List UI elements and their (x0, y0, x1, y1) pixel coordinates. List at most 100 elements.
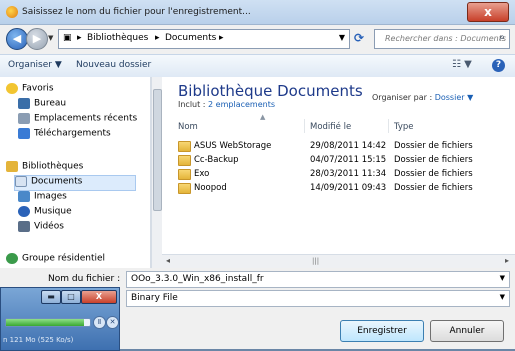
chevron-right-icon[interactable]: ▸ (155, 33, 160, 43)
file-row[interactable]: ASUS WebStorage 29/08/2011 14:42 Dossier… (178, 141, 508, 154)
filename-label: Nom du fichier : (48, 274, 121, 284)
file-type-select[interactable]: Binary File ▼ (126, 290, 510, 307)
nav-recent-places[interactable]: Emplacements récents (18, 113, 137, 127)
arrange-by-dropdown[interactable]: Dossier ▼ (435, 93, 474, 102)
videos-icon (18, 221, 30, 232)
scroll-grip-icon[interactable]: ||| (312, 257, 319, 265)
filename-dropdown-icon[interactable]: ▼ (500, 274, 505, 282)
close-button[interactable]: x (467, 2, 509, 22)
library-title: Bibliothèque Documents (178, 82, 363, 100)
file-modified: 28/03/2011 11:34 (310, 169, 387, 179)
nav-desktop[interactable]: Bureau (18, 98, 66, 112)
file-modified: 04/07/2011 15:15 (310, 155, 387, 165)
file-name: Noopod (194, 183, 227, 193)
view-options-icon[interactable]: ☷ ▼ (452, 59, 472, 70)
nav-downloads[interactable]: Téléchargements (18, 128, 111, 142)
cancel-download-icon[interactable]: ✕ (106, 316, 119, 329)
music-icon (18, 206, 30, 217)
file-name: Exo (194, 169, 210, 179)
chevron-right-icon[interactable]: ▸ (219, 33, 224, 43)
file-type: Dossier de fichiers (394, 141, 473, 151)
nav-documents[interactable]: Documents (14, 175, 136, 191)
window-title: Saisissez le nom du fichier pour l'enreg… (22, 7, 251, 17)
nav-images[interactable]: Images (18, 191, 67, 205)
address-row: ◀ ▶ ▼ ▣ ▸ Bibliothèques ▸ Documents ▸ ▼ … (0, 25, 515, 53)
nav-videos[interactable]: Vidéos (18, 221, 64, 235)
desktop-icon (18, 98, 30, 109)
file-type: Dossier de fichiers (394, 169, 473, 179)
filename-field[interactable]: OOo_3.3.0_Win_x86_install_fr ▼ (126, 271, 510, 288)
folder-icon (178, 183, 191, 194)
nav-scroll-thumb[interactable] (153, 89, 162, 211)
file-list-pane: Bibliothèque Documents Inclut : 2 emplac… (162, 77, 515, 268)
download-window[interactable]: ▬ □ X Ⅱ ✕ n 121 Mo (525 Ko/s) (0, 287, 120, 351)
folder-icon (178, 169, 191, 180)
breadcrumb-libraries[interactable]: Bibliothèques (87, 33, 148, 43)
file-type: Dossier de fichiers (394, 183, 473, 193)
nav-homegroup[interactable]: Groupe résidentiel (6, 253, 105, 267)
title-bar[interactable]: Saisissez le nom du fichier pour l'enreg… (0, 0, 515, 25)
search-icon[interactable]: ⌕ (499, 32, 505, 43)
forward-button[interactable]: ▶ (26, 28, 48, 50)
navigation-pane: Favoris Bureau Emplacements récents Télé… (0, 77, 151, 268)
filename-value: OOo_3.3.0_Win_x86_install_fr (131, 274, 264, 284)
file-modified: 29/08/2011 14:42 (310, 141, 387, 151)
new-folder-button[interactable]: Nouveau dossier (76, 60, 151, 70)
minimize-button[interactable]: ▬ (41, 290, 61, 304)
folder-icon (178, 141, 191, 152)
refresh-icon[interactable]: ⟳ (354, 31, 364, 45)
column-divider[interactable] (304, 119, 305, 133)
recent-places-icon (18, 113, 30, 124)
breadcrumb-documents[interactable]: Documents (165, 33, 216, 43)
file-name: Cc-Backup (194, 155, 239, 165)
download-progress-fill (6, 319, 85, 326)
star-icon (6, 83, 18, 94)
file-modified: 14/09/2011 09:43 (310, 183, 387, 193)
library-includes: Inclut : 2 emplacements (178, 100, 276, 109)
address-dropdown-icon[interactable]: ▼ (339, 33, 345, 42)
scroll-left-icon[interactable]: ◂ (166, 256, 170, 265)
images-icon (18, 191, 30, 202)
save-button[interactable]: Enregistrer (340, 320, 424, 342)
folder-icon (178, 155, 191, 166)
arrange-by: Organiser par : Dossier ▼ (372, 93, 474, 102)
file-row[interactable]: Noopod 14/09/2011 09:43 Dossier de fichi… (178, 183, 508, 196)
search-placeholder: Rechercher dans : Documents (385, 34, 506, 43)
nav-favorites[interactable]: Favoris (6, 83, 54, 97)
organize-label: Organiser (8, 60, 52, 70)
search-input[interactable]: Rechercher dans : Documents ⌕ (374, 29, 510, 49)
cancel-button[interactable]: Annuler (430, 320, 504, 342)
homegroup-icon (6, 253, 18, 264)
file-row[interactable]: Exo 28/03/2011 11:34 Dossier de fichiers (178, 169, 508, 182)
documents-icon (15, 176, 27, 187)
address-bar[interactable]: ▣ ▸ Bibliothèques ▸ Documents ▸ ▼ (58, 29, 350, 49)
organize-menu[interactable]: Organiser ▼ (8, 60, 62, 70)
column-header-type[interactable]: Type (394, 122, 414, 132)
file-type-dropdown-icon[interactable]: ▼ (500, 293, 505, 301)
scroll-right-icon[interactable]: ▸ (505, 256, 509, 265)
column-header-modified[interactable]: Modifié le (310, 122, 351, 132)
library-icon (6, 161, 18, 172)
nav-music[interactable]: Musique (18, 206, 72, 220)
history-dropdown-icon[interactable]: ▼ (48, 34, 53, 42)
download-progress-bar (5, 318, 91, 327)
chevron-right-icon[interactable]: ▸ (77, 33, 82, 43)
library-locations-link[interactable]: 2 emplacements (208, 100, 275, 109)
nav-scrollbar[interactable] (151, 77, 162, 268)
maximize-button[interactable]: □ (61, 290, 81, 304)
back-button[interactable]: ◀ (6, 28, 28, 50)
pause-icon[interactable]: Ⅱ (93, 316, 106, 329)
file-row[interactable]: Cc-Backup 04/07/2011 15:15 Dossier de fi… (178, 155, 508, 168)
column-divider[interactable] (388, 119, 389, 133)
downloads-icon (18, 128, 30, 139)
column-header-name[interactable]: Nom (178, 122, 198, 132)
command-bar: Organiser ▼ Nouveau dossier ☷ ▼ ? (0, 54, 515, 78)
download-close-button[interactable]: X (81, 290, 117, 304)
help-icon[interactable]: ? (492, 59, 505, 72)
folder-icon: ▣ (63, 33, 72, 43)
download-status: n 121 Mo (525 Ko/s) (3, 336, 74, 344)
horizontal-scrollbar[interactable]: ◂ ||| ▸ (162, 254, 515, 268)
sort-indicator-icon: ▲ (260, 113, 266, 121)
nav-libraries[interactable]: Bibliothèques (6, 161, 83, 175)
app-icon (6, 6, 18, 18)
